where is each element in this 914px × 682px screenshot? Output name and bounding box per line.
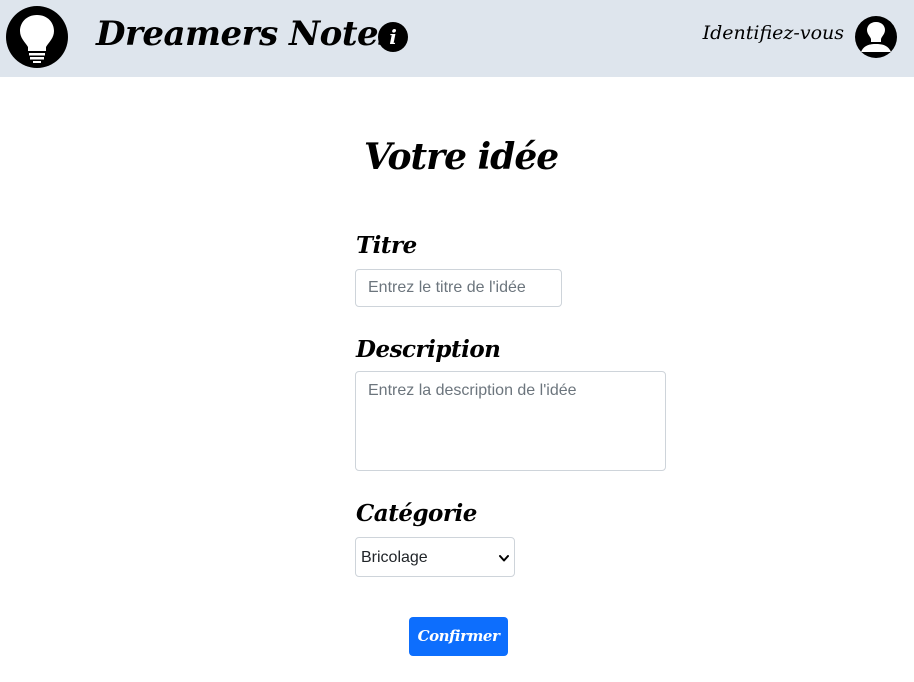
category-select[interactable]: Bricolage [355, 537, 515, 577]
page-title: Votre idée [363, 136, 559, 178]
chevron-down-icon [498, 551, 510, 569]
brand-title[interactable]: Dreamers Notes [96, 14, 397, 54]
top-navbar: Dreamers Notes i Identifiez-vous [0, 0, 914, 77]
title-label: Titre [356, 232, 417, 259]
description-textarea[interactable] [355, 371, 666, 471]
category-selected-value: Bricolage [361, 549, 428, 566]
info-icon[interactable]: i [378, 22, 408, 52]
confirm-button[interactable]: Confirmer [409, 617, 508, 656]
login-link[interactable]: Identifiez-vous [703, 22, 844, 44]
lightbulb-icon[interactable] [6, 6, 68, 68]
title-input[interactable] [355, 269, 562, 307]
user-avatar-icon[interactable] [855, 16, 897, 58]
category-label: Catégorie [356, 500, 477, 527]
description-label: Description [356, 336, 501, 363]
